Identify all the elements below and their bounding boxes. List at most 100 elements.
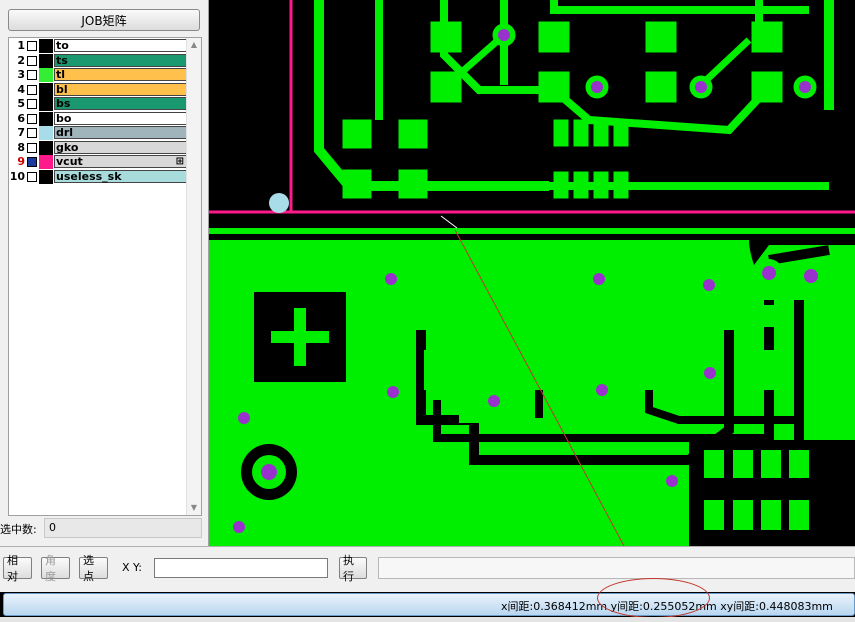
smd-pad (398, 169, 428, 199)
xy-input[interactable] (154, 558, 328, 578)
window-bottom-edge (0, 617, 855, 622)
layer-name[interactable]: to (54, 39, 187, 52)
layer-panel: JOB矩阵 1 to 2 ts 3 tl 4 bl 5 bs 6 bo 7 drl 8 gko 9 vcut ⊞ 10… (0, 0, 209, 546)
layer-checkbox[interactable] (27, 84, 37, 95)
layer-name-text: ts (56, 53, 68, 67)
layer-color-swatch[interactable] (39, 97, 53, 111)
smd-pad (342, 119, 372, 149)
status-bar: x间距:0.368412mm y间距:0.255052mm xy间距:0.448… (3, 593, 855, 616)
layer-name-text: drl (56, 126, 74, 139)
layer-number: 4 (17, 82, 25, 96)
smd-pad (593, 119, 609, 147)
smd-pad (430, 21, 462, 53)
layer-row[interactable]: 4 bl (9, 82, 187, 97)
smd-pad (398, 119, 428, 149)
layer-list[interactable]: 1 to 2 ts 3 tl 4 bl 5 bs 6 bo 7 drl 8 gko 9 vcut ⊞ 10 useles… (8, 37, 202, 516)
layer-row[interactable]: 5 bs (9, 97, 187, 111)
command-box[interactable] (378, 557, 855, 579)
layer-color-swatch[interactable] (39, 169, 53, 184)
xy-label: X Y: (122, 561, 142, 574)
select-point-button[interactable]: 选点 (79, 554, 108, 583)
smd-pad (553, 171, 569, 199)
smd-pad (751, 71, 783, 103)
execute-button[interactable]: 执行 (339, 554, 367, 583)
selected-count-field: 0 (44, 518, 202, 538)
layer-row[interactable]: 7 drl (9, 126, 187, 140)
plane-edge (209, 228, 855, 234)
layer-name-text: vcut (56, 155, 83, 168)
layer-name[interactable]: gko (54, 140, 187, 154)
layer-number: 5 (17, 97, 25, 110)
layer-color-swatch[interactable] (39, 39, 53, 53)
layer-name-text: tl (56, 68, 66, 81)
layer-checkbox[interactable] (27, 142, 37, 153)
layer-color-swatch[interactable] (39, 82, 53, 97)
layer-name[interactable]: drl (54, 126, 187, 139)
layer-checkbox[interactable] (27, 41, 37, 51)
smd-pad (538, 21, 570, 53)
y-distance-highlight (597, 578, 710, 618)
layer-row[interactable]: 8 gko (9, 140, 187, 155)
drill-marker (269, 193, 289, 213)
layer-number: 9 (17, 155, 25, 168)
pcb-canvas[interactable] (209, 0, 855, 546)
relative-button[interactable]: 相对 (3, 554, 32, 583)
smd-pad (342, 169, 372, 199)
bottom-toolbar: 相对 角度 选点 X Y: 执行 (0, 546, 855, 592)
smd-pad (593, 171, 609, 199)
angle-button[interactable]: 角度 (41, 554, 70, 583)
layer-checkbox[interactable] (27, 128, 37, 138)
layer-name[interactable]: ts (54, 53, 187, 67)
scroll-down-icon[interactable]: ▼ (187, 501, 201, 515)
expand-icon[interactable]: ⊞ (176, 156, 184, 168)
layer-color-swatch[interactable] (39, 111, 53, 126)
layer-name-text: bl (56, 82, 68, 96)
layer-number: 8 (17, 140, 25, 154)
layer-row[interactable]: 3 tl (9, 68, 187, 82)
smd-pad (613, 171, 629, 199)
smd-pad (573, 171, 589, 199)
layer-checkbox[interactable] (27, 70, 37, 80)
layer-name[interactable]: useless_sk (54, 169, 187, 183)
layer-name-text: bo (56, 111, 72, 125)
smd-pad (751, 21, 783, 53)
layer-list-scrollbar[interactable]: ▲ ▼ (186, 38, 201, 515)
layer-number: 1 (17, 39, 25, 52)
smd-pad (553, 119, 569, 147)
layer-name[interactable]: bl (54, 82, 187, 96)
layer-name-text: gko (56, 140, 79, 154)
scroll-up-icon[interactable]: ▲ (187, 38, 201, 52)
layer-row[interactable]: 6 bo (9, 111, 187, 126)
smd-pad (538, 71, 570, 103)
layer-name-text: useless_sk (56, 169, 122, 183)
layer-color-swatch[interactable] (39, 126, 53, 140)
layer-number: 10 (9, 169, 25, 183)
layer-name-text: to (56, 39, 69, 52)
layer-checkbox[interactable] (27, 113, 37, 124)
layer-row[interactable]: 9 vcut ⊞ (9, 155, 187, 169)
layer-checkbox[interactable] (27, 99, 37, 109)
smd-pad (430, 71, 462, 103)
smd-pad (645, 21, 677, 53)
layer-row[interactable]: 2 ts (9, 53, 187, 68)
smd-pad (645, 71, 677, 103)
layer-name[interactable]: bo (54, 111, 187, 125)
layer-number: 3 (17, 68, 25, 81)
layer-row[interactable]: 1 to (9, 39, 187, 53)
layer-name-text: bs (56, 97, 71, 110)
layer-checkbox[interactable] (27, 55, 37, 66)
layer-number: 6 (17, 111, 25, 125)
layer-color-swatch[interactable] (39, 68, 53, 82)
layer-name[interactable]: bs (54, 97, 187, 110)
layer-number: 7 (17, 126, 25, 139)
layer-row[interactable]: 10 useless_sk (9, 169, 187, 184)
layer-checkbox[interactable] (27, 171, 37, 182)
layer-number: 2 (17, 53, 25, 67)
layer-name[interactable]: vcut ⊞ (54, 155, 187, 168)
layer-checkbox[interactable] (27, 157, 37, 167)
layer-color-swatch[interactable] (39, 53, 53, 68)
job-matrix-button[interactable]: JOB矩阵 (8, 9, 200, 31)
layer-name[interactable]: tl (54, 68, 187, 81)
layer-color-swatch[interactable] (39, 155, 53, 169)
layer-color-swatch[interactable] (39, 140, 53, 155)
